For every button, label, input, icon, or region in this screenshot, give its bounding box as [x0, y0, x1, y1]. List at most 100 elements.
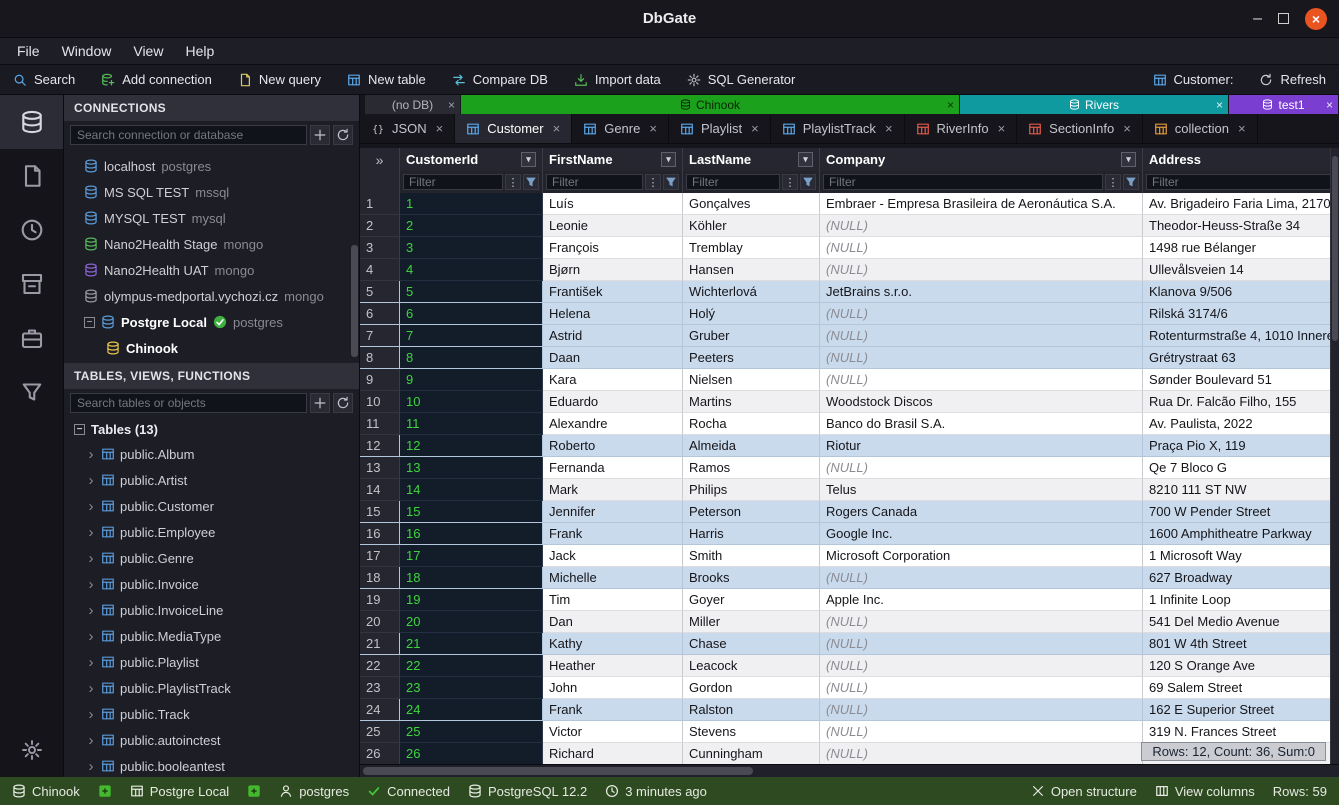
- cell-address[interactable]: 162 E Superior Street: [1143, 699, 1339, 721]
- connection-chinook[interactable]: Chinook: [64, 335, 359, 361]
- cell-company[interactable]: Banco do Brasil S.A.: [820, 413, 1143, 435]
- cell-company[interactable]: (NULL): [820, 743, 1143, 764]
- table-item-public-autoinctest[interactable]: ›public.autoinctest: [64, 727, 359, 753]
- cell-firstname[interactable]: Kara: [543, 369, 683, 391]
- table-row-14[interactable]: 1414MarkPhilipsTelus8210 111 ST NW: [360, 479, 1339, 501]
- toolbar-import-data[interactable]: Import data: [561, 65, 674, 94]
- menu-help[interactable]: Help: [174, 38, 225, 65]
- cell-customerid[interactable]: 15: [400, 501, 543, 523]
- cell-lastname[interactable]: Brooks: [683, 567, 820, 589]
- activity-database-button[interactable]: [0, 95, 63, 149]
- tab-playlisttrack[interactable]: PlaylistTrack×: [771, 114, 905, 143]
- cell-lastname[interactable]: Gruber: [683, 325, 820, 347]
- cell-customerid[interactable]: 20: [400, 611, 543, 633]
- cell-customerid[interactable]: 6: [400, 303, 543, 325]
- activity-history-button[interactable]: [0, 203, 63, 257]
- tab-riverinfo[interactable]: RiverInfo×: [905, 114, 1018, 143]
- cell-firstname[interactable]: Fernanda: [543, 457, 683, 479]
- expand-all-button[interactable]: »: [360, 148, 400, 171]
- status-view-columns[interactable]: View columns: [1155, 784, 1255, 799]
- status-connected[interactable]: Connected: [367, 784, 450, 799]
- cell-lastname[interactable]: Miller: [683, 611, 820, 633]
- cell-company[interactable]: (NULL): [820, 721, 1143, 743]
- tables-search-input[interactable]: [70, 393, 307, 413]
- cell-company[interactable]: Woodstock Discos: [820, 391, 1143, 413]
- cell-address[interactable]: Av. Brigadeiro Faria Lima, 2170: [1143, 193, 1339, 215]
- cell-address[interactable]: Praça Pio X, 119: [1143, 435, 1339, 457]
- connection-nano2health-stage[interactable]: Nano2Health Stagemongo: [64, 231, 359, 257]
- cell-customerid[interactable]: 2: [400, 215, 543, 237]
- cell-firstname[interactable]: Luís: [543, 193, 683, 215]
- cell-address[interactable]: 120 S Orange Ave: [1143, 655, 1339, 677]
- toolbar-search[interactable]: Search: [0, 65, 88, 94]
- cell-company[interactable]: (NULL): [820, 347, 1143, 369]
- column-menu-button[interactable]: ▾: [521, 152, 536, 167]
- activity-briefcase-button[interactable]: [0, 311, 63, 365]
- refresh-connections-button[interactable]: [333, 125, 353, 145]
- vertical-scrollbar[interactable]: [1330, 148, 1339, 764]
- cell-customerid[interactable]: 5: [400, 281, 543, 303]
- cell-address[interactable]: Av. Paulista, 2022: [1143, 413, 1339, 435]
- cell-lastname[interactable]: Martins: [683, 391, 820, 413]
- cell-company[interactable]: Google Inc.: [820, 523, 1143, 545]
- cell-lastname[interactable]: Harris: [683, 523, 820, 545]
- status-green-badge[interactable]: [98, 784, 112, 798]
- cell-address[interactable]: 801 W 4th Street: [1143, 633, 1339, 655]
- tab-json[interactable]: {}JSON×: [360, 114, 455, 143]
- cell-lastname[interactable]: Rocha: [683, 413, 820, 435]
- cell-customerid[interactable]: 19: [400, 589, 543, 611]
- db-tab-no-db[interactable]: (no DB)×: [365, 95, 460, 114]
- cell-customerid[interactable]: 21: [400, 633, 543, 655]
- toolbar-new-query[interactable]: New query: [225, 65, 334, 94]
- cell-lastname[interactable]: Ramos: [683, 457, 820, 479]
- table-row-7[interactable]: 77AstridGruber(NULL)Rotenturmstraße 4, 1…: [360, 325, 1339, 347]
- menu-file[interactable]: File: [6, 38, 51, 65]
- cell-address[interactable]: Sønder Boulevard 51: [1143, 369, 1339, 391]
- close-button[interactable]: ×: [1305, 8, 1327, 30]
- cell-address[interactable]: 627 Broadway: [1143, 567, 1339, 589]
- connection-search-input[interactable]: [70, 125, 307, 145]
- status-open-structure[interactable]: Open structure: [1031, 784, 1137, 799]
- close-icon[interactable]: ×: [885, 121, 893, 136]
- table-row-25[interactable]: 2525VictorStevens(NULL)319 N. Frances St…: [360, 721, 1339, 743]
- menu-view[interactable]: View: [122, 38, 174, 65]
- cell-company[interactable]: (NULL): [820, 303, 1143, 325]
- filter-menu-button[interactable]: ⋮: [645, 174, 661, 190]
- table-row-15[interactable]: 1515JenniferPetersonRogers Canada700 W P…: [360, 501, 1339, 523]
- table-row-2[interactable]: 22LeonieKöhler(NULL)Theodor-Heuss-Straße…: [360, 215, 1339, 237]
- status-3-minutes-ago[interactable]: 3 minutes ago: [605, 784, 707, 799]
- cell-company[interactable]: (NULL): [820, 325, 1143, 347]
- cell-address[interactable]: Theodor-Heuss-Straße 34: [1143, 215, 1339, 237]
- close-icon[interactable]: ×: [1216, 98, 1223, 112]
- cell-lastname[interactable]: Gordon: [683, 677, 820, 699]
- toolbar-customer[interactable]: Customer:: [1140, 65, 1247, 94]
- table-item-public-artist[interactable]: ›public.Artist: [64, 467, 359, 493]
- cell-lastname[interactable]: Cunningham: [683, 743, 820, 764]
- cell-address[interactable]: Ullevålsveien 14: [1143, 259, 1339, 281]
- cell-address[interactable]: 69 Salem Street: [1143, 677, 1339, 699]
- activity-file-button[interactable]: [0, 149, 63, 203]
- cell-firstname[interactable]: Jack: [543, 545, 683, 567]
- chevron-right-icon[interactable]: ›: [86, 680, 96, 697]
- close-icon[interactable]: ×: [998, 121, 1006, 136]
- cell-address[interactable]: 541 Del Medio Avenue: [1143, 611, 1339, 633]
- cell-lastname[interactable]: Gonçalves: [683, 193, 820, 215]
- table-row-11[interactable]: 1111AlexandreRochaBanco do Brasil S.A.Av…: [360, 413, 1339, 435]
- cell-address[interactable]: 8210 111 ST NW: [1143, 479, 1339, 501]
- filter-funnel-button[interactable]: [1123, 174, 1139, 190]
- menu-window[interactable]: Window: [51, 38, 123, 65]
- chevron-right-icon[interactable]: ›: [86, 706, 96, 723]
- table-row-17[interactable]: 1717JackSmithMicrosoft Corporation1 Micr…: [360, 545, 1339, 567]
- toolbar-sql-generator[interactable]: SQL Generator: [674, 65, 809, 94]
- tab-collection[interactable]: collection×: [1143, 114, 1258, 143]
- cell-firstname[interactable]: Alexandre: [543, 413, 683, 435]
- close-icon[interactable]: ×: [553, 121, 561, 136]
- cell-firstname[interactable]: Roberto: [543, 435, 683, 457]
- activity-filter-outline-button[interactable]: [0, 365, 63, 419]
- cell-firstname[interactable]: Daan: [543, 347, 683, 369]
- cell-firstname[interactable]: Tim: [543, 589, 683, 611]
- cell-lastname[interactable]: Almeida: [683, 435, 820, 457]
- column-header-address[interactable]: Address: [1143, 148, 1339, 171]
- cell-company[interactable]: (NULL): [820, 567, 1143, 589]
- table-row-24[interactable]: 2424FrankRalston(NULL)162 E Superior Str…: [360, 699, 1339, 721]
